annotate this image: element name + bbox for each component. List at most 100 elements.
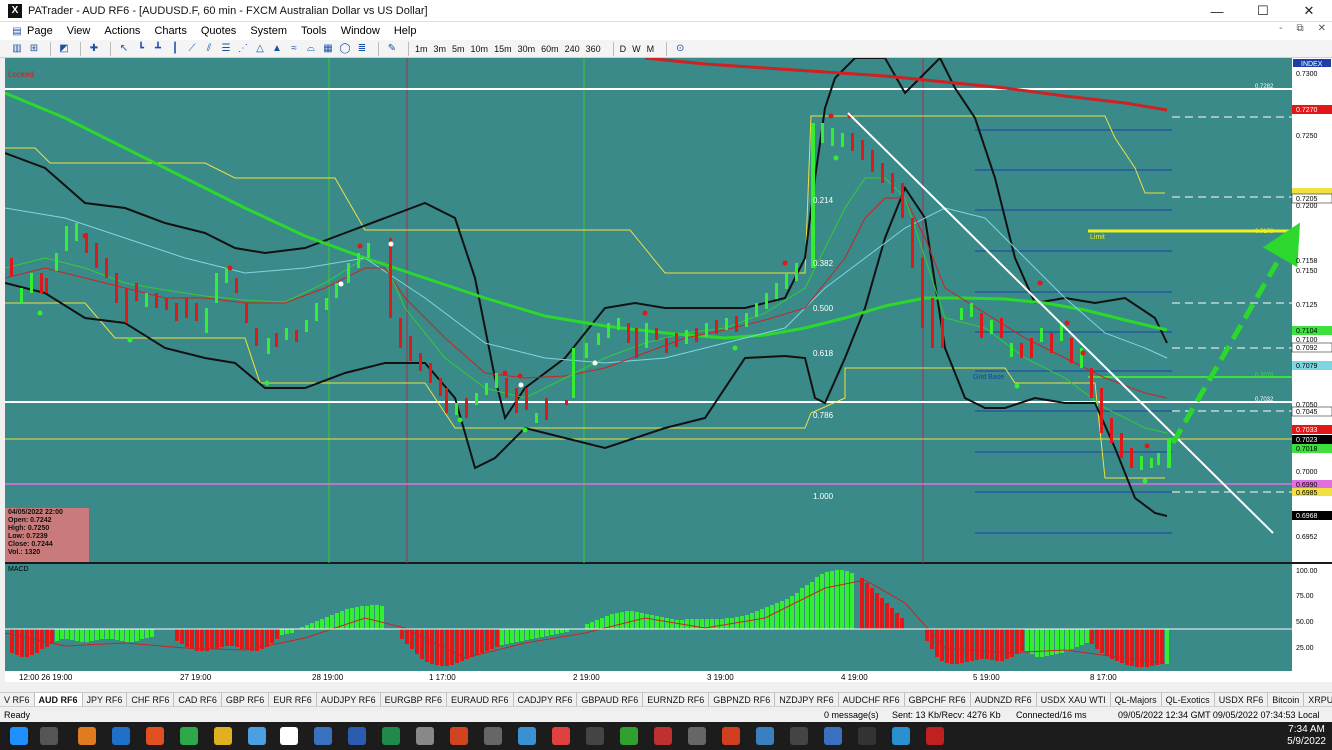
wave-tool-icon[interactable]: ≈ xyxy=(287,42,301,56)
tab-cad-rf6[interactable]: CAD RF6 xyxy=(174,693,222,706)
fan-tool-icon[interactable]: ⋰ xyxy=(236,42,250,56)
menu-system[interactable]: System xyxy=(250,25,287,37)
fib-tool-icon[interactable]: ☰ xyxy=(219,42,233,56)
excel-icon[interactable] xyxy=(382,727,400,745)
tab-ql-majors[interactable]: QL-Majors xyxy=(1111,693,1162,706)
channel-tool-icon[interactable]: ⫽ xyxy=(202,42,216,56)
menu-tools[interactable]: Tools xyxy=(301,25,327,37)
menu-actions[interactable]: Actions xyxy=(104,25,140,37)
app-icon[interactable] xyxy=(78,727,96,745)
app-icon[interactable] xyxy=(586,727,604,745)
arc-tool-icon[interactable]: ⌓ xyxy=(304,42,318,56)
tab-gbpchf-rf6[interactable]: GBPCHF RF6 xyxy=(905,693,971,706)
brave-icon[interactable] xyxy=(146,727,164,745)
folder-icon[interactable] xyxy=(214,727,232,745)
tab-nzdjpy-rf6[interactable]: NZDJPY RF6 xyxy=(775,693,839,706)
crosshair-icon[interactable]: ✚ xyxy=(87,42,101,56)
app-icon[interactable] xyxy=(790,727,808,745)
app-icon[interactable] xyxy=(248,727,266,745)
mdi-minimize-button[interactable]: - xyxy=(1279,23,1282,34)
mdi-restore-button[interactable]: ⧉ xyxy=(1296,23,1303,34)
menu-help[interactable]: Help xyxy=(394,25,417,37)
chart-type-icon[interactable]: ◩ xyxy=(57,42,71,56)
app-icon[interactable] xyxy=(756,727,774,745)
app-icon[interactable] xyxy=(926,727,944,745)
start-icon[interactable] xyxy=(10,727,28,745)
mdi-close-button[interactable]: ✕ xyxy=(1318,23,1326,34)
draw-tool-icon[interactable]: ✎ xyxy=(385,42,399,56)
app-icon[interactable] xyxy=(416,727,434,745)
tab-audchf-rf6[interactable]: AUDCHF RF6 xyxy=(839,693,905,706)
word-icon[interactable] xyxy=(348,727,366,745)
tab-chf-rf6[interactable]: CHF RF6 xyxy=(127,693,175,706)
tab-xrpusdrf6[interactable]: XRPUSDRF6 xyxy=(1304,693,1332,706)
tab-v-rf6[interactable]: V RF6 xyxy=(0,693,35,706)
timeframe-5m[interactable]: 5m xyxy=(452,44,465,54)
app-icon[interactable] xyxy=(858,727,876,745)
menu-view[interactable]: View xyxy=(67,25,91,37)
tab-gbpnzd-rf6[interactable]: GBPNZD RF6 xyxy=(709,693,776,706)
app-icon[interactable] xyxy=(518,727,536,745)
chart-area[interactable]: 0.214 0.382 0.500 0.618 0.786 1.000 Grid… xyxy=(4,56,1332,682)
taskbar-clock[interactable]: 7:34 AM 5/9/2022 xyxy=(1287,724,1326,748)
menu-charts[interactable]: Charts xyxy=(154,25,186,37)
tab-cadjpy-rf6[interactable]: CADJPY RF6 xyxy=(514,693,578,706)
tab-usdx-xau-wti[interactable]: USDX XAU WTI xyxy=(1037,693,1111,706)
tab-ql-exotics[interactable]: QL-Exotics xyxy=(1162,693,1215,706)
maximize-button[interactable]: ☐ xyxy=(1240,0,1286,22)
timeframe-3m[interactable]: 3m xyxy=(434,44,447,54)
timeframe-10m[interactable]: 10m xyxy=(471,44,489,54)
tab-jpy-rf6[interactable]: JPY RF6 xyxy=(83,693,128,706)
hline-tool-icon[interactable]: ┗ xyxy=(134,42,148,56)
app-icon[interactable] xyxy=(620,727,638,745)
timeframe-240[interactable]: 240 xyxy=(565,44,580,54)
timeframe-30m[interactable]: 30m xyxy=(518,44,536,54)
tab-audnzd-rf6[interactable]: AUDNZD RF6 xyxy=(971,693,1037,706)
toolbar-zoom-icon[interactable]: ⊞ xyxy=(27,42,41,56)
app-icon[interactable] xyxy=(552,727,570,745)
period-weekly[interactable]: W xyxy=(632,44,641,54)
tab-euraud-rf6[interactable]: EURAUD RF6 xyxy=(447,693,514,706)
minimize-button[interactable]: — xyxy=(1194,0,1240,22)
timeframe-360[interactable]: 360 xyxy=(586,44,601,54)
tab-gbpaud-rf6[interactable]: GBPAUD RF6 xyxy=(577,693,644,706)
tab-eurgbp-rf6[interactable]: EURGBP RF6 xyxy=(381,693,447,706)
telegram-icon[interactable] xyxy=(892,727,910,745)
app-icon[interactable] xyxy=(314,727,332,745)
menu-quotes[interactable]: Quotes xyxy=(201,25,236,37)
sync-icon[interactable]: ⊙ xyxy=(673,42,687,56)
trendline-tool-icon[interactable]: ⟋ xyxy=(185,42,199,56)
period-daily[interactable]: D xyxy=(620,44,627,54)
menu-window[interactable]: Window xyxy=(341,25,380,37)
close-button[interactable]: ✕ xyxy=(1286,0,1332,22)
ellipse-tool-icon[interactable]: ◯ xyxy=(338,42,352,56)
tab-aud-rf6[interactable]: AUD RF6 xyxy=(34,693,83,706)
timeframe-15m[interactable]: 15m xyxy=(494,44,512,54)
tab-eurnzd-rf6[interactable]: EURNZD RF6 xyxy=(643,693,710,706)
pointer-icon[interactable]: ↖ xyxy=(117,42,131,56)
patrader-icon[interactable] xyxy=(280,727,298,745)
tab-audjpy-rf6[interactable]: AUDJPY RF6 xyxy=(317,693,381,706)
app-icon[interactable] xyxy=(654,727,672,745)
main-panel[interactable] xyxy=(5,58,1292,563)
toolbar-bars-icon[interactable]: ▥ xyxy=(10,42,24,56)
triangle-tool-icon[interactable]: △ xyxy=(253,42,267,56)
app-icon[interactable] xyxy=(688,727,706,745)
timeframe-60m[interactable]: 60m xyxy=(541,44,559,54)
powerpoint-icon[interactable] xyxy=(450,727,468,745)
search-icon[interactable] xyxy=(40,727,58,745)
shape-tool-icon[interactable]: ▲ xyxy=(270,42,284,56)
grid-tool-icon[interactable]: ▦ xyxy=(321,42,335,56)
chrome-icon[interactable] xyxy=(180,727,198,745)
app-icon[interactable] xyxy=(824,727,842,745)
tab-usdx-rf6[interactable]: USDX RF6 xyxy=(1215,693,1269,706)
app-icon[interactable] xyxy=(484,727,502,745)
timeframe-1m[interactable]: 1m xyxy=(415,44,428,54)
tab-eur-rf6[interactable]: EUR RF6 xyxy=(269,693,317,706)
vline-tool-icon[interactable]: ┃ xyxy=(168,42,182,56)
edge-icon[interactable] xyxy=(112,727,130,745)
menu-page[interactable]: Page xyxy=(27,25,53,37)
app-icon[interactable] xyxy=(722,727,740,745)
tab-bitcoin[interactable]: Bitcoin xyxy=(1268,693,1305,706)
price-chart-svg[interactable]: 0.214 0.382 0.500 0.618 0.786 1.000 Grid… xyxy=(4,56,1332,682)
